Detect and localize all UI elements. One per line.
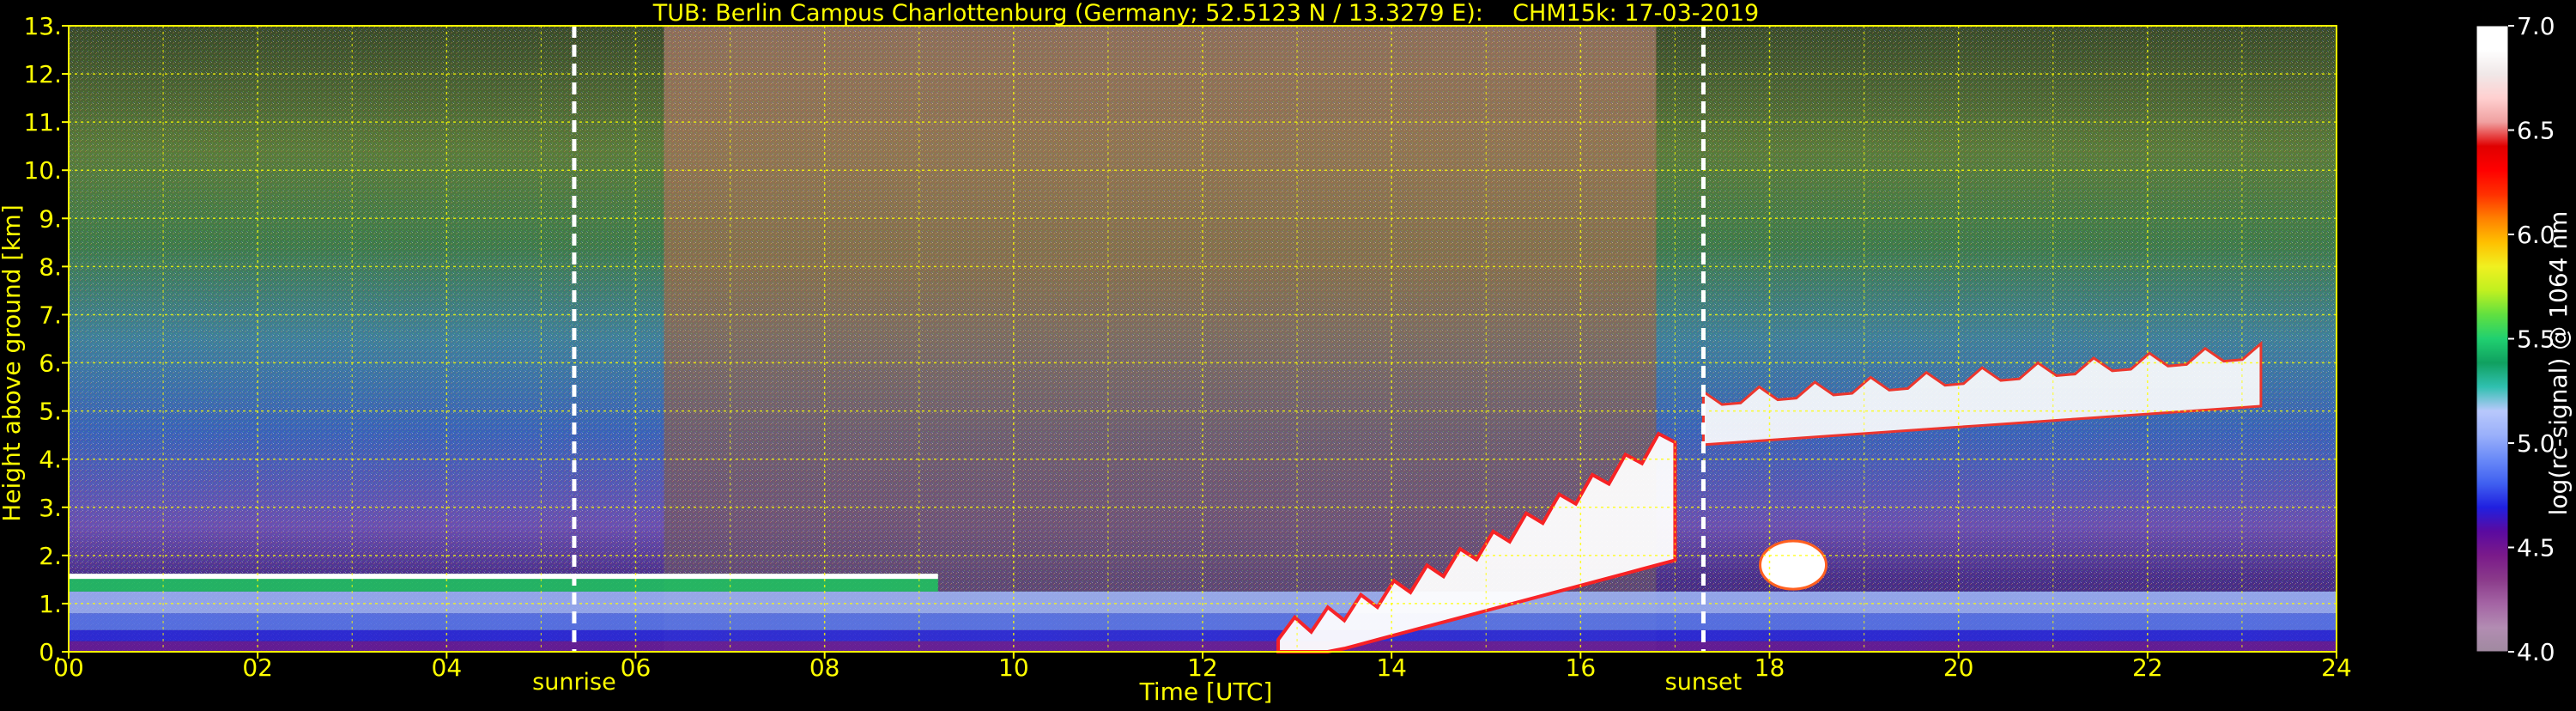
y-tick-label-5: 5. bbox=[39, 398, 62, 426]
lidar-quicklook: sunrise sunset 00 02 04 06 08 10 12 14 16 18 20 22 24… bbox=[0, 0, 2576, 708]
x-tick-label-12: 24 bbox=[2321, 653, 2352, 682]
x-tick-label-3: 06 bbox=[621, 653, 652, 682]
y-tick-label-7: 7. bbox=[39, 301, 62, 329]
x-tick-label-7: 14 bbox=[1376, 653, 1407, 682]
colorbar: 4.04.55.05.56.06.57.0 bbox=[2476, 12, 2555, 666]
y-axis-label: Height above ground [km] bbox=[0, 204, 26, 522]
x-tick-label-9: 18 bbox=[1755, 653, 1785, 682]
colorbar-tick-label-5: 6.5 bbox=[2517, 117, 2555, 145]
x-tick-label-1: 02 bbox=[242, 653, 273, 682]
sunset-label: sunset bbox=[1665, 669, 1743, 696]
chart-title: TUB: Berlin Campus Charlottenburg (Germa… bbox=[652, 0, 1759, 27]
x-tick-label-8: 16 bbox=[1566, 653, 1597, 682]
y-tick-label-0: 0. bbox=[39, 638, 62, 666]
small-cloud bbox=[1758, 539, 1828, 591]
y-tick-label-11: 11. bbox=[23, 108, 62, 137]
colorbar-bar bbox=[2476, 25, 2509, 653]
y-tick-label-3: 3. bbox=[39, 494, 62, 522]
y-tick-label-13: 13. bbox=[23, 12, 62, 40]
colorbar-tick-label-1: 4.5 bbox=[2517, 534, 2555, 562]
y-tick-label-10: 10. bbox=[23, 156, 62, 185]
y-tick-label-1: 1. bbox=[39, 590, 62, 618]
y-tick-label-8: 8. bbox=[39, 252, 62, 281]
sunrise-label: sunrise bbox=[532, 669, 616, 696]
y-tick-label-2: 2. bbox=[39, 542, 62, 570]
colorbar-tick-label-6: 7.0 bbox=[2517, 12, 2555, 40]
y-tick-label-4: 4. bbox=[39, 446, 62, 474]
colorbar-label: log(rc-signal) @ 1064 nm bbox=[2544, 211, 2573, 516]
x-tick-label-5: 10 bbox=[998, 653, 1029, 682]
x-tick-label-2: 04 bbox=[432, 653, 463, 682]
chart-svg: sunrise sunset 00 02 04 06 08 10 12 14 16 18 20 22 24… bbox=[0, 0, 2573, 706]
y-tick-label-12: 12. bbox=[23, 60, 62, 88]
y-tick-label-9: 9. bbox=[39, 204, 62, 233]
x-tick-label-10: 20 bbox=[1943, 653, 1974, 682]
boundary-layer-top-edge bbox=[69, 574, 938, 580]
x-tick-label-11: 22 bbox=[2132, 653, 2163, 682]
x-axis-label: Time [UTC] bbox=[1139, 678, 1273, 706]
x-tick-label-4: 08 bbox=[809, 653, 840, 682]
y-tick-label-6: 6. bbox=[39, 349, 62, 378]
colorbar-tick-label-0: 4.0 bbox=[2517, 638, 2555, 666]
